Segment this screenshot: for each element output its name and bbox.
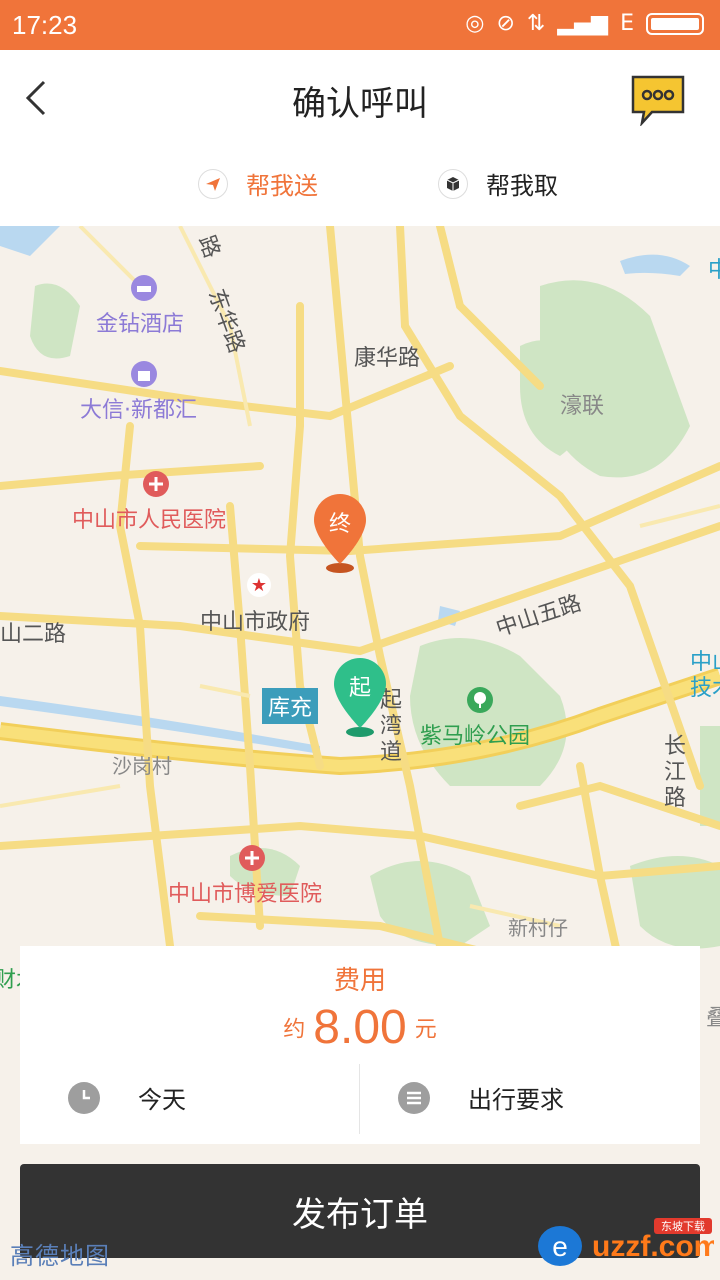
government-star-icon: ★: [247, 573, 271, 597]
time-option-label: 今天: [138, 1086, 186, 1114]
map-label-zhongshan-2nd-road: 山二路: [0, 622, 67, 647]
tab-send-label: 帮我送: [246, 172, 318, 200]
park-icon: [467, 687, 493, 713]
map-provider-logo: 高德地图: [10, 1242, 110, 1270]
map-label-changjiang-road: 长江路: [664, 734, 687, 811]
data-arrows-icon: ⇅: [526, 11, 546, 36]
map-label-kuchong: 库充: [262, 688, 319, 724]
package-icon: [438, 168, 468, 199]
list-icon: [398, 1081, 430, 1114]
origin-pin-label: 起: [348, 676, 371, 701]
service-tabs: 帮我送 帮我取: [0, 146, 720, 226]
map-label-people-hospital: 中山市人民医院: [72, 508, 227, 533]
paper-plane-icon: [198, 168, 228, 199]
network-type: E: [620, 11, 634, 36]
watermark-text: uzzf.com: [592, 1230, 714, 1263]
map-label-daxin-mall: 大信·新都汇: [80, 398, 197, 423]
map-label-boai-hospital: 中山市博爱医院: [168, 882, 323, 907]
tab-send[interactable]: 帮我送: [198, 166, 318, 201]
map-label-xincunzi: 新村仔: [508, 916, 568, 940]
status-icons: ◎ ⊘ ⇅ ▂▄▆ E: [465, 11, 704, 36]
fee-amount: 8.00: [313, 1001, 407, 1054]
map-label-jinzuan-hotel: 金钻酒店: [96, 312, 185, 337]
header: 确认呼叫: [0, 50, 720, 146]
divider: [359, 1064, 360, 1134]
map-label-zimaling-park: 紫马岭公园: [420, 724, 531, 749]
requirements-option-label: 出行要求: [468, 1086, 564, 1114]
battery-icon: [646, 12, 704, 35]
shopping-bag-icon: [131, 361, 157, 387]
signal-icon: ▂▄▆: [557, 11, 609, 36]
status-bar: 17:23 ◎ ⊘ ⇅ ▂▄▆ E: [0, 0, 720, 50]
hospital-icon: [143, 471, 169, 497]
status-time: 17:23: [12, 10, 78, 40]
fee-amount-row: 约 8.00 元: [20, 1000, 700, 1055]
fee-label: 费用: [333, 966, 386, 996]
fee-card: 费用 约 8.00 元 今天 出行要求: [20, 946, 700, 1144]
map-label-haolian: 濠联: [560, 394, 605, 419]
map-label-kanghua-road: 康华路: [354, 346, 421, 371]
alarm-icon: ◎: [465, 11, 485, 36]
hospital-icon: [239, 845, 265, 871]
svg-text:★: ★: [251, 575, 267, 596]
fee-approx: 约: [283, 1017, 306, 1043]
destination-pin-label: 终: [328, 512, 351, 537]
tab-pick-label: 帮我取: [486, 172, 558, 200]
fee-unit: 元: [414, 1017, 437, 1043]
map-label-government: 中山市政府: [200, 610, 311, 635]
map-label-edge-right: 叠: [706, 1006, 720, 1031]
page-title: 确认呼叫: [292, 84, 428, 124]
requirements-option[interactable]: 出行要求: [398, 1080, 564, 1115]
svg-text:e: e: [552, 1231, 568, 1262]
uzzf-watermark: e uzzf.com 东坡下载: [538, 1218, 714, 1266]
tab-pick[interactable]: 帮我取: [438, 166, 558, 201]
clock-icon: [68, 1081, 100, 1114]
destination-pin[interactable]: 终: [312, 494, 368, 574]
watermark-badge: 东坡下载: [661, 1220, 705, 1233]
time-option[interactable]: 今天: [68, 1080, 186, 1115]
map-label-shagang-village: 沙岗村: [112, 754, 172, 778]
hotel-icon: [131, 275, 157, 301]
vibrate-off-icon: ⊘: [496, 11, 515, 36]
origin-pin[interactable]: 起: [332, 658, 388, 738]
map-label-zhongshan-tech: 中山 技术: [690, 650, 720, 701]
chat-bubble-icon[interactable]: [630, 74, 686, 126]
map-label-zhong: 中: [708, 258, 720, 283]
